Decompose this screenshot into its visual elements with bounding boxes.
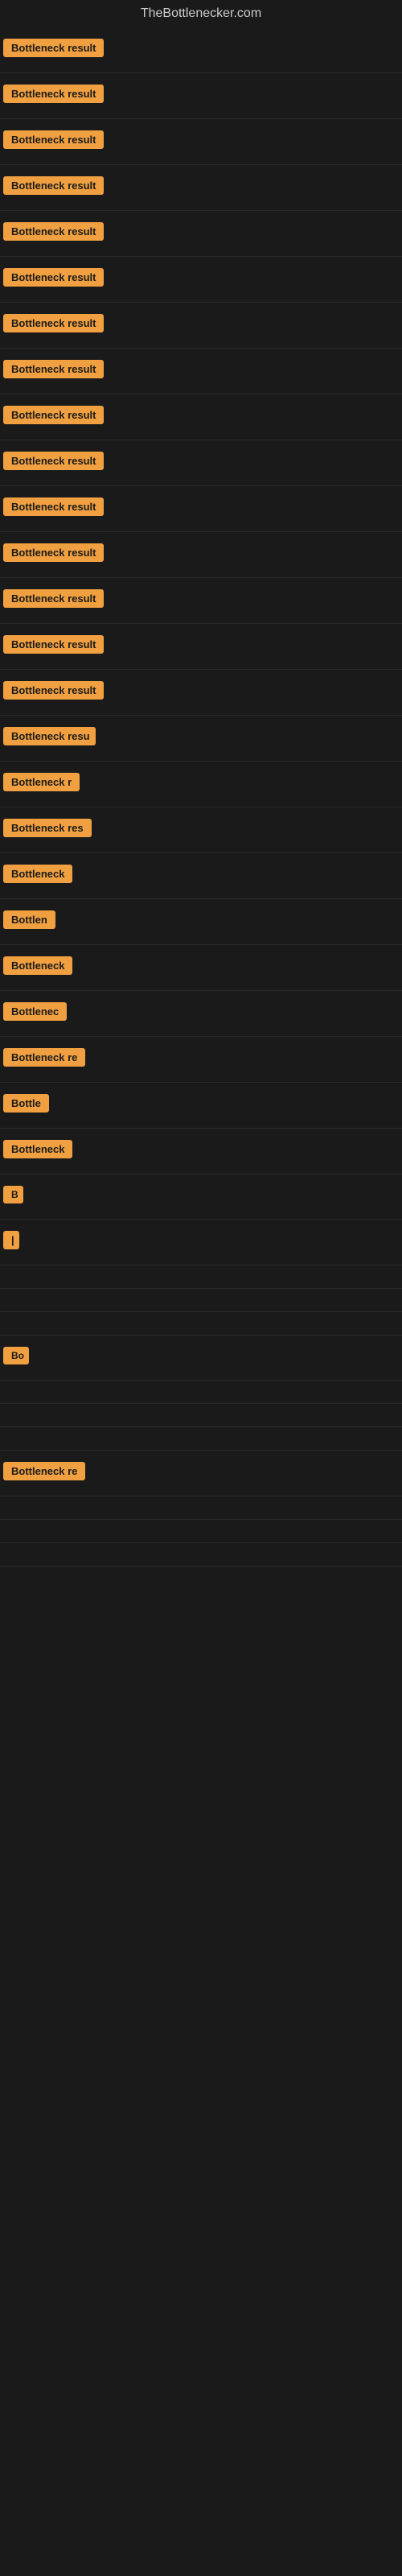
bottleneck-result-label[interactable]: Bottleneck result: [3, 452, 104, 470]
list-item: Bottleneck: [0, 853, 402, 899]
bottleneck-result-label[interactable]: Bottleneck: [3, 865, 72, 883]
bottleneck-result-label[interactable]: Bottle: [3, 1094, 49, 1113]
bottleneck-result-label[interactable]: Bottleneck result: [3, 268, 104, 287]
bottleneck-result-label[interactable]: Bottleneck result: [3, 497, 104, 516]
list-item: [0, 1496, 402, 1520]
bottleneck-result-label[interactable]: Bottleneck result: [3, 543, 104, 562]
list-item: Bottle: [0, 1083, 402, 1129]
bottleneck-result-label[interactable]: Bottlenec: [3, 1002, 67, 1021]
bottleneck-result-label[interactable]: Bottleneck result: [3, 130, 104, 149]
list-item: [0, 1404, 402, 1427]
list-item: Bottlenec: [0, 991, 402, 1037]
bottleneck-result-label[interactable]: Bottleneck r: [3, 773, 80, 791]
list-item: Bottleneck result: [0, 119, 402, 165]
list-item: Bottleneck re: [0, 1451, 402, 1496]
list-item: Bottleneck result: [0, 349, 402, 394]
bottleneck-result-label[interactable]: Bottleneck: [3, 1140, 72, 1158]
bottleneck-result-label[interactable]: Bottlen: [3, 910, 55, 929]
list-item: Bottleneck result: [0, 486, 402, 532]
bottleneck-result-label[interactable]: Bottleneck result: [3, 85, 104, 103]
bottleneck-result-label[interactable]: Bottleneck re: [3, 1048, 85, 1067]
bottleneck-result-label[interactable]: Bottleneck res: [3, 819, 92, 837]
bottleneck-result-label[interactable]: Bottleneck result: [3, 39, 104, 57]
list-item: [0, 1265, 402, 1289]
list-item: Bo: [0, 1335, 402, 1381]
list-item: [0, 1427, 402, 1451]
list-item: [0, 1381, 402, 1404]
bottleneck-result-label[interactable]: Bottleneck result: [3, 360, 104, 378]
bottleneck-result-label[interactable]: Bottleneck result: [3, 681, 104, 700]
list-item: Bottleneck result: [0, 670, 402, 716]
bottleneck-result-label[interactable]: Bottleneck result: [3, 176, 104, 195]
bottleneck-result-label[interactable]: Bottleneck result: [3, 635, 104, 654]
list-item: Bottleneck resu: [0, 716, 402, 762]
list-item: Bottleneck re: [0, 1037, 402, 1083]
bottleneck-result-label[interactable]: Bottleneck result: [3, 589, 104, 608]
list-item: Bottleneck result: [0, 578, 402, 624]
list-item: |: [0, 1220, 402, 1265]
bottleneck-result-label[interactable]: Bo: [3, 1347, 29, 1364]
list-item: Bottleneck result: [0, 27, 402, 73]
list-item: Bottleneck result: [0, 532, 402, 578]
bottleneck-result-label[interactable]: Bottleneck result: [3, 314, 104, 332]
list-item: Bottleneck: [0, 1129, 402, 1174]
bottleneck-result-label[interactable]: Bottleneck: [3, 956, 72, 975]
bottleneck-result-label[interactable]: |: [3, 1231, 19, 1249]
bottleneck-result-label[interactable]: Bottleneck resu: [3, 727, 96, 745]
list-item: [0, 1543, 402, 1567]
list-item: [0, 1520, 402, 1543]
list-item: Bottleneck: [0, 945, 402, 991]
site-title: TheBottlenecker.com: [0, 0, 402, 27]
list-item: Bottleneck result: [0, 73, 402, 119]
bottleneck-result-label[interactable]: Bottleneck result: [3, 222, 104, 241]
list-item: Bottleneck result: [0, 211, 402, 257]
list-item: [0, 1289, 402, 1312]
list-item: Bottleneck result: [0, 165, 402, 211]
bottleneck-result-label[interactable]: B: [3, 1186, 23, 1203]
bottleneck-result-label[interactable]: Bottleneck result: [3, 406, 104, 424]
list-item: Bottleneck result: [0, 303, 402, 349]
list-item: Bottleneck result: [0, 624, 402, 670]
bottleneck-result-label[interactable]: Bottleneck re: [3, 1462, 85, 1480]
list-item: Bottleneck result: [0, 257, 402, 303]
list-item: Bottlen: [0, 899, 402, 945]
list-item: Bottleneck result: [0, 394, 402, 440]
list-item: Bottleneck res: [0, 807, 402, 853]
list-item: Bottleneck result: [0, 440, 402, 486]
list-item: [0, 1312, 402, 1335]
list-item: B: [0, 1174, 402, 1220]
list-item: Bottleneck r: [0, 762, 402, 807]
